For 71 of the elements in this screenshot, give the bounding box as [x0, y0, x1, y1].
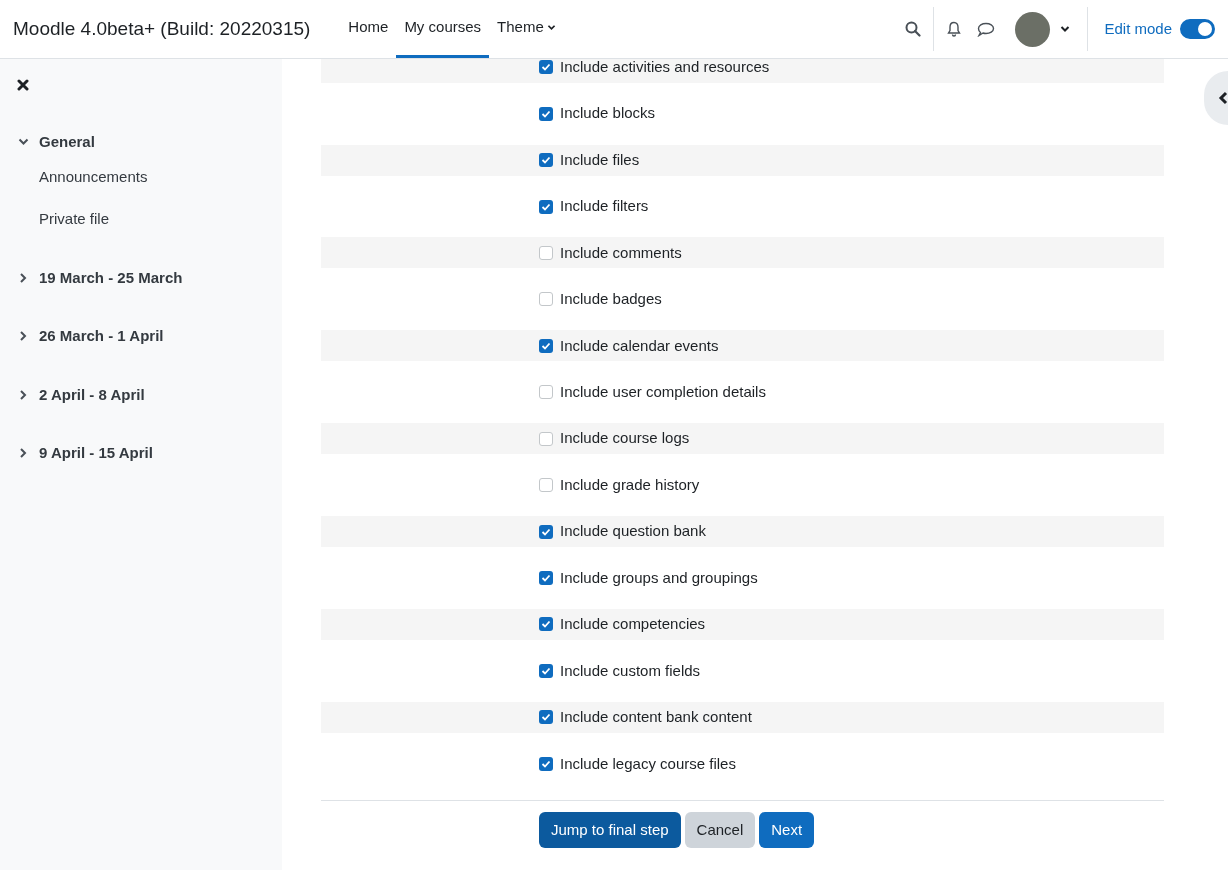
checkbox[interactable]	[539, 199, 553, 214]
chevron-icon[interactable]	[18, 138, 29, 147]
checkbox[interactable]	[539, 478, 553, 493]
checkbox[interactable]	[539, 106, 553, 121]
chat-bubble-icon[interactable]	[977, 21, 996, 37]
checkbox-label: Include calendar events	[560, 335, 719, 356]
checkbox-label: Include question bank	[560, 521, 706, 542]
checkmark-icon	[541, 712, 551, 723]
bell-icon[interactable]	[946, 21, 963, 37]
checkbox-label: Include comments	[560, 242, 682, 263]
checkbox[interactable]	[539, 710, 553, 725]
checkmark-icon	[541, 155, 551, 166]
form-button[interactable]: Cancel	[684, 812, 756, 848]
checkbox[interactable]	[539, 245, 553, 260]
checkmark-icon	[541, 619, 551, 630]
chevron-icon[interactable]	[19, 389, 28, 401]
checkmark-icon	[541, 573, 551, 584]
checkbox-label: Include competencies	[560, 614, 706, 635]
checkbox-label: Include course logs	[560, 428, 690, 449]
checkbox-label: Include groups and groupings	[560, 567, 758, 588]
checkbox-label: Include grade history	[560, 474, 700, 495]
checkmark-icon	[541, 108, 551, 119]
checkmark-icon	[541, 665, 551, 676]
checkbox[interactable]	[539, 571, 553, 586]
checkmark-icon	[541, 340, 551, 351]
drawer-toggle[interactable]	[1204, 71, 1228, 125]
checkbox[interactable]	[539, 385, 553, 400]
checkmark-icon	[541, 526, 551, 537]
checkbox[interactable]	[539, 153, 553, 168]
chevron-icon[interactable]	[19, 330, 28, 342]
checkbox[interactable]	[539, 292, 553, 307]
form-button[interactable]: Jump to final step	[539, 812, 681, 848]
checkmark-icon	[541, 201, 551, 212]
nav-link[interactable]: Theme	[489, 0, 564, 58]
site-name[interactable]: Moodle 4.0beta+ (Build: 20220315)	[0, 14, 341, 44]
checkbox-label: Include filters	[560, 196, 649, 217]
checkmark-icon	[541, 758, 551, 769]
checkbox[interactable]	[539, 338, 553, 353]
nav-link[interactable]: Home	[340, 0, 397, 58]
checkbox[interactable]	[539, 756, 553, 771]
activity-link[interactable]: Private file	[0, 208, 110, 231]
edit-mode-toggle[interactable]	[1180, 19, 1215, 39]
search-icon[interactable]	[905, 21, 922, 37]
section-link[interactable]: 19 March - 25 March	[39, 266, 183, 289]
checkbox[interactable]	[539, 617, 553, 632]
checkbox-label: Include activities and resources	[560, 59, 770, 77]
close-icon[interactable]	[17, 79, 29, 91]
checkbox-label: Include badges	[560, 289, 662, 310]
checkbox[interactable]	[539, 663, 553, 678]
section-link[interactable]: 2 April - 8 April	[39, 383, 145, 406]
chevron-left-icon	[1218, 91, 1228, 105]
chevron-icon[interactable]	[19, 272, 28, 284]
activity-link[interactable]: Announcements	[0, 165, 148, 188]
avatar[interactable]	[1015, 11, 1051, 47]
checkbox-label: Include user completion details	[560, 382, 766, 403]
form-button[interactable]: Next	[759, 812, 815, 848]
checkbox-label: Include legacy course files	[560, 753, 736, 774]
checkbox-label: Include content bank content	[560, 707, 752, 728]
caret-icon[interactable]	[1060, 25, 1071, 33]
chevron-icon[interactable]	[19, 447, 28, 459]
section-link[interactable]: 9 April - 15 April	[39, 442, 153, 465]
checkbox-label: Include files	[560, 149, 640, 170]
checkbox[interactable]	[539, 524, 553, 539]
edit-mode-label: Edit mode	[1104, 18, 1172, 39]
checkbox-label: Include blocks	[560, 103, 656, 124]
checkbox[interactable]	[539, 60, 553, 75]
section-link[interactable]: General	[39, 131, 95, 154]
section-link[interactable]: 26 March - 1 April	[39, 325, 164, 348]
checkbox[interactable]	[539, 431, 553, 446]
checkbox-label: Include custom fields	[560, 660, 701, 681]
checkmark-icon	[541, 62, 551, 73]
